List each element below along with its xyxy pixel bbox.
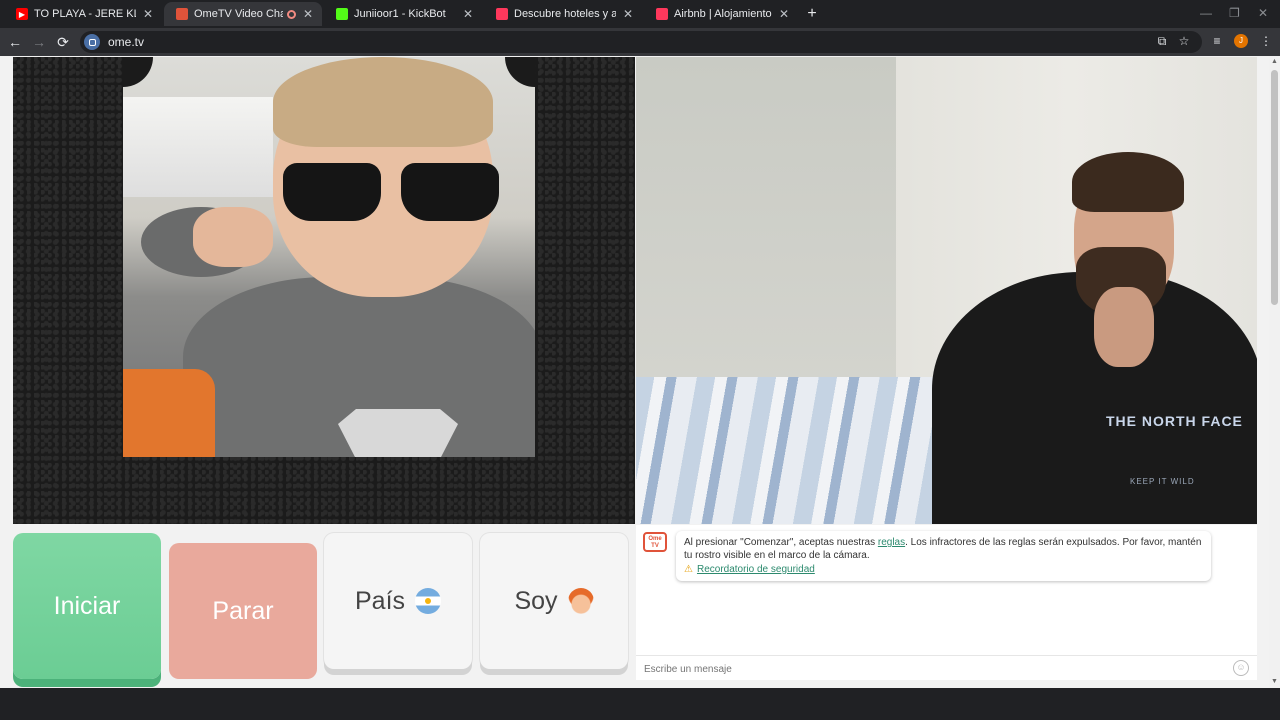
country-label: País [354, 586, 406, 615]
stop-button[interactable]: Parar [169, 543, 317, 679]
recording-icon [287, 9, 296, 19]
browser-toolbar: ← → ⟳ ome.tv [0, 28, 1280, 56]
cast-icon[interactable]: ⧉ [1153, 32, 1171, 50]
local-camera-image [123, 57, 535, 457]
message-bar: ☺ [636, 655, 1257, 680]
bookmark-icon[interactable]: ☆ [1175, 32, 1193, 50]
tab-title: Descubre hoteles y alojamientos [514, 8, 616, 20]
tab-kickbot[interactable]: Juniioor1 - KickBot ✕ [324, 2, 482, 26]
rules-link[interactable]: reglas [878, 537, 905, 548]
site-info-icon[interactable] [84, 34, 100, 50]
shirt-print: THE NORTH FACE [1106, 413, 1243, 429]
start-label: Iniciar [53, 591, 121, 620]
reload-icon[interactable]: ⟳ [53, 32, 73, 52]
start-button[interactable]: Iniciar [13, 533, 161, 679]
browser-window: ▶ TO PLAYA - JERE KLEIN Ft. JAIRO ✕ OmeT… [0, 0, 1280, 720]
minimize-icon[interactable]: — [1200, 6, 1212, 20]
scroll-up-icon[interactable]: ▲ [1269, 56, 1280, 68]
scroll-thumb[interactable] [1271, 70, 1278, 305]
page-scrollbar[interactable]: ▲ ▼ [1269, 56, 1280, 688]
close-tab-icon[interactable]: ✕ [300, 7, 316, 21]
close-tab-icon[interactable]: ✕ [620, 7, 636, 21]
media-controls-icon[interactable]: ≡ [1208, 32, 1226, 50]
forward-icon[interactable]: → [29, 32, 49, 52]
tab-airbnb[interactable]: Airbnb | Alojamientos vacacionales ✕ [644, 2, 798, 26]
warning-icon: ⚠ [684, 564, 693, 575]
tab-strip: ▶ TO PLAYA - JERE KLEIN Ft. JAIRO ✕ OmeT… [0, 0, 1280, 28]
shirt-subprint: KEEP IT WILD [1130, 477, 1195, 486]
youtube-icon: ▶ [16, 8, 28, 20]
stop-label: Parar [212, 596, 274, 625]
notice-text-before: Al presionar "Comenzar", aceptas nuestra… [684, 537, 878, 548]
ometv-page: THE NORTH FACE KEEP IT WILD Iniciar Para… [0, 56, 1280, 688]
ometv-icon [176, 8, 188, 20]
remote-video: THE NORTH FACE KEEP IT WILD [636, 57, 1257, 524]
emoji-icon[interactable]: ☺ [1233, 660, 1249, 676]
kick-icon [336, 8, 348, 20]
profile-avatar[interactable]: J [1234, 34, 1248, 48]
tab-ometv[interactable]: OmeTV Video Chat — Ome ✕ [164, 2, 322, 26]
gender-button[interactable]: Soy [480, 533, 628, 669]
close-tab-icon[interactable]: ✕ [776, 7, 792, 21]
address-bar[interactable]: ome.tv [80, 31, 1202, 53]
close-window-icon[interactable]: ✕ [1258, 6, 1268, 20]
back-icon[interactable]: ← [5, 32, 25, 52]
airbnb-icon [496, 8, 508, 20]
gender-label: Soy [514, 586, 558, 615]
argentina-flag-icon [415, 588, 442, 614]
close-tab-icon[interactable]: ✕ [460, 7, 476, 21]
new-tab-button[interactable]: + [802, 4, 822, 24]
airbnb-icon [656, 8, 668, 20]
tab-title: Juniioor1 - KickBot [354, 8, 446, 20]
message-input[interactable] [642, 660, 1222, 678]
tab-hoteles[interactable]: Descubre hoteles y alojamientos ✕ [484, 2, 642, 26]
system-message: Al presionar "Comenzar", aceptas nuestra… [676, 531, 1211, 581]
scroll-down-icon[interactable]: ▼ [1269, 676, 1280, 688]
tab-title: OmeTV Video Chat — Ome [194, 8, 283, 20]
browser-menu-icon[interactable]: ⋮ [1257, 32, 1275, 50]
close-tab-icon[interactable]: ✕ [140, 7, 156, 21]
restore-icon[interactable]: ❐ [1229, 6, 1240, 20]
url-text[interactable]: ome.tv [108, 35, 144, 49]
country-button[interactable]: País [324, 533, 472, 669]
tab-title: Airbnb | Alojamientos vacacionales [674, 8, 772, 20]
ometv-logo-icon: Ome TV [643, 532, 667, 552]
boy-avatar-icon [567, 588, 594, 614]
chat-panel: Ome TV Al presionar "Comenzar", aceptas … [636, 525, 1257, 680]
tab-title: TO PLAYA - JERE KLEIN Ft. JAIRO [34, 8, 136, 20]
local-video [13, 57, 635, 524]
tab-youtube[interactable]: ▶ TO PLAYA - JERE KLEIN Ft. JAIRO ✕ [4, 2, 162, 26]
safety-reminder-link[interactable]: Recordatorio de seguridad [697, 564, 815, 575]
